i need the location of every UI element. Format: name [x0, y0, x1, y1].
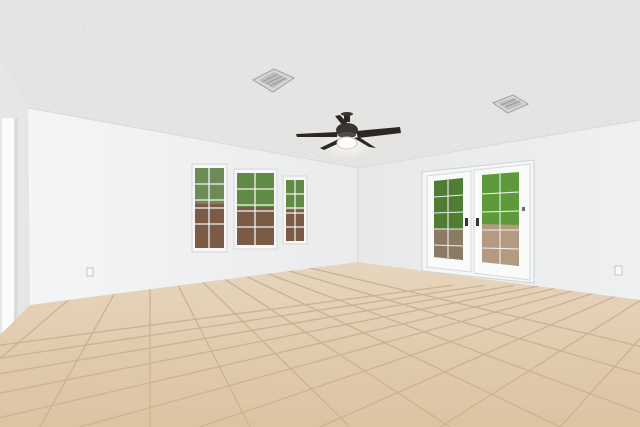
- room-photo: [0, 0, 640, 427]
- french-doors: [421, 159, 535, 284]
- window-left: [191, 163, 228, 253]
- window-right: [282, 175, 308, 245]
- door-handle-left: [465, 218, 468, 226]
- outlet-left: [86, 267, 94, 277]
- room-illustration: [0, 0, 640, 427]
- door-handle-right: [476, 218, 479, 226]
- window-center: [233, 168, 278, 250]
- outlet-right: [614, 265, 623, 276]
- door-lock: [522, 207, 525, 211]
